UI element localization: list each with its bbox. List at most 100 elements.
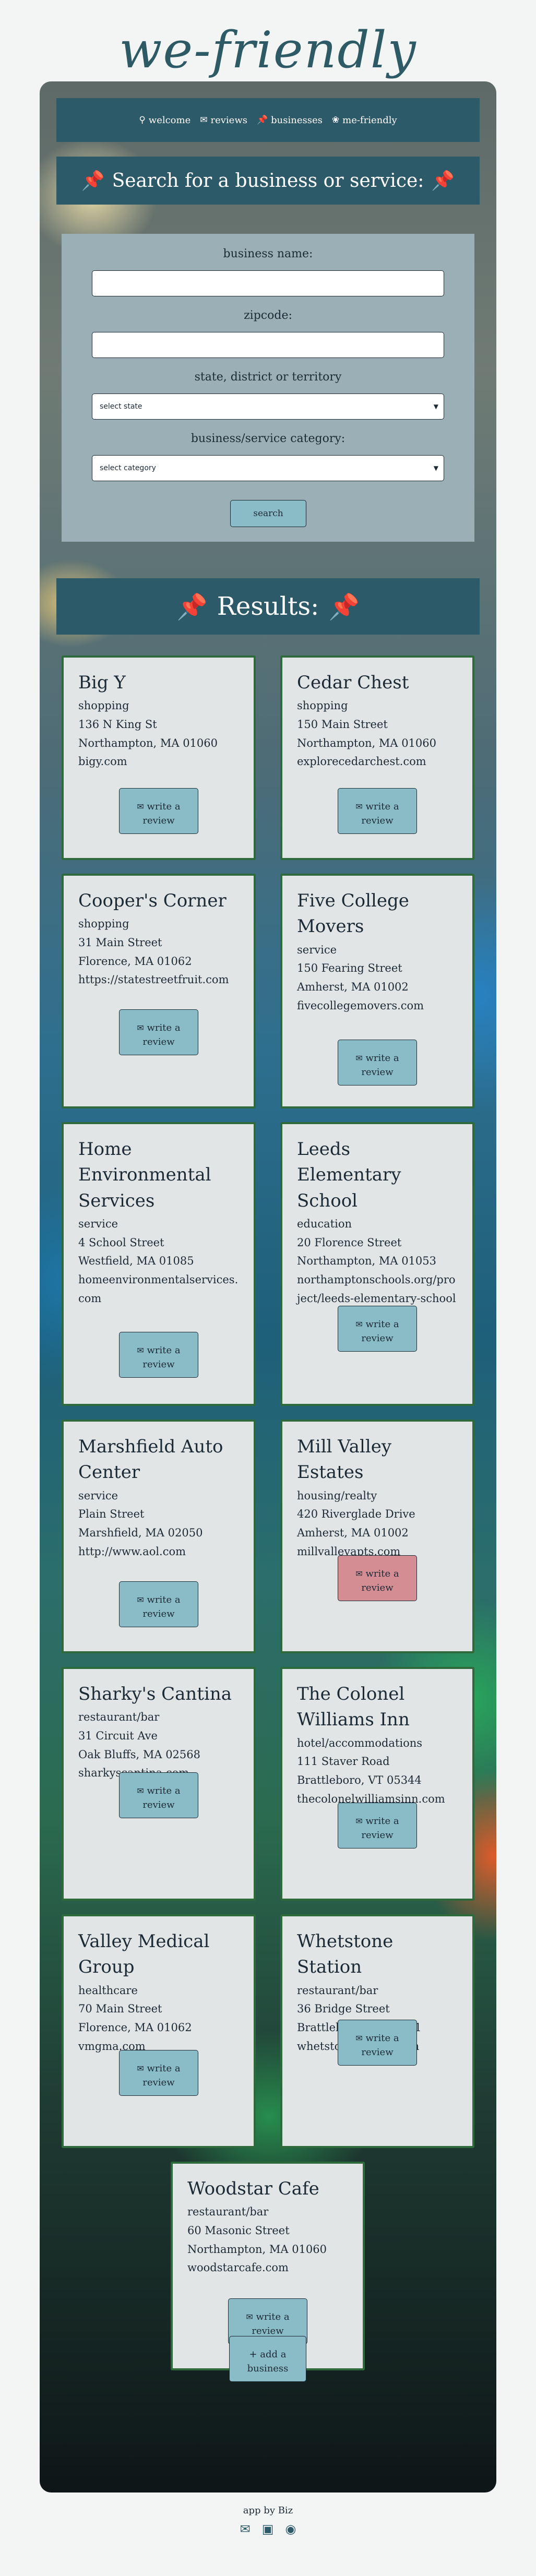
envelope-icon[interactable]: ✉ [240, 2522, 251, 2536]
business-card: Sharky's Cantina restaurant/bar 31 Circu… [62, 1667, 256, 1901]
business-url[interactable]: northamptonschools.org/project/leeds-ele… [297, 1271, 458, 1308]
write-review-label-1: write a [256, 2311, 290, 2322]
write-review-button[interactable]: ✉ write a review [119, 788, 198, 834]
write-review-button[interactable]: ✉ write a review [119, 1009, 198, 1055]
business-category: service [78, 1489, 118, 1502]
business-street: Plain Street [78, 1508, 145, 1521]
write-review-label-1: write a [147, 1594, 181, 1605]
business-url[interactable]: bigy.com [78, 753, 239, 771]
business-city: Florence, MA 01062 [78, 2021, 192, 2034]
chat-icon: ✉ [200, 115, 208, 125]
business-name: Mill Valley Estates [297, 1436, 392, 1483]
lightbulb-icon: ⚲ [139, 115, 146, 125]
nav-me-friendly[interactable]: ❀ me-friendly [332, 115, 397, 126]
business-url[interactable]: homeenvironmentalservices.com [78, 1271, 239, 1308]
write-review-button[interactable]: ✉ write a review [338, 1306, 417, 1352]
business-name: The Colonel Williams Inn [297, 1684, 410, 1731]
business-card: Marshfield Auto Center service Plain Str… [62, 1420, 256, 1653]
nav-welcome[interactable]: ⚲ welcome [139, 115, 190, 126]
business-city: Northampton, MA 01053 [297, 1255, 437, 1268]
business-card: Cedar Chest shopping 150 Main Street Nor… [280, 655, 474, 860]
write-review-label-2: review [361, 1830, 394, 1841]
business-name: Cedar Chest [297, 672, 409, 693]
category-label: business/service category: [190, 432, 346, 445]
business-url[interactable]: https://statestreetfruit.com [78, 971, 239, 989]
nav-welcome-label: welcome [148, 114, 191, 126]
write-review-label-2: review [142, 1359, 175, 1370]
write-review-button[interactable]: ✉ write a review [119, 2050, 198, 2096]
business-category: housing/realty [297, 1489, 377, 1502]
write-review-button[interactable]: ✉ write a review [119, 1581, 198, 1627]
write-review-label-1: write a [147, 1785, 181, 1796]
search-button[interactable]: search [230, 500, 306, 527]
review-icon: ✉ [355, 802, 363, 812]
add-business-button[interactable]: + add a business [229, 2336, 306, 2382]
write-review-button[interactable]: ✉ write a review [338, 1555, 417, 1601]
business-category: restaurant/bar [187, 2205, 269, 2219]
write-review-label-1: write a [365, 1568, 399, 1579]
review-icon: ✉ [137, 2064, 144, 2073]
zipcode-input[interactable] [92, 332, 444, 358]
business-name: Sharky's Cantina [78, 1684, 232, 1704]
business-url[interactable]: explorecedarchest.com [297, 753, 458, 771]
nav-me-friendly-label: me-friendly [342, 114, 397, 126]
business-city: Northampton, MA 01060 [297, 736, 437, 749]
business-name: Marshfield Auto Center [78, 1436, 223, 1483]
business-street: 420 Riverglade Drive [297, 1508, 415, 1521]
business-category: shopping [297, 699, 348, 712]
write-review-label-1: write a [365, 1816, 399, 1827]
pushpin-icon: 📌 [81, 170, 105, 192]
nav-businesses[interactable]: 📌 businesses [257, 115, 323, 126]
review-icon: ✉ [137, 1595, 144, 1605]
business-name: Home Environmental Services [78, 1139, 211, 1211]
business-name-label: business name: [223, 247, 313, 260]
search-title: Search for a business or service: [112, 170, 424, 192]
review-icon: ✉ [137, 1345, 144, 1355]
business-card: Whetstone Station restaurant/bar 36 Brid… [280, 1914, 474, 2148]
linkedin-icon[interactable]: ▣ [262, 2522, 274, 2536]
write-review-button[interactable]: ✉ write a review [338, 2020, 417, 2066]
review-icon: ✉ [246, 2312, 253, 2322]
write-review-button[interactable]: ✉ write a review [338, 788, 417, 834]
business-street: 136 N King St [78, 718, 157, 731]
business-url[interactable]: fivecollegemovers.com [297, 997, 458, 1016]
state-select-value: select state [100, 402, 142, 411]
category-select[interactable]: select category ▼ [92, 455, 444, 481]
business-name-input[interactable] [92, 270, 444, 296]
write-review-button[interactable]: ✉ write a review [119, 1332, 198, 1378]
business-name: Leeds Elementary School [297, 1139, 401, 1211]
write-review-label-2: review [142, 815, 175, 826]
review-icon: ✉ [137, 802, 144, 812]
top-nav: ⚲ welcome ✉ reviews 📌 businesses ❀ me-fr… [56, 98, 480, 142]
write-review-label-2: review [142, 1036, 175, 1047]
write-review-button[interactable]: ✉ write a review [119, 1772, 198, 1818]
state-label: state, district or territory [194, 371, 342, 384]
nav-reviews-label: reviews [210, 114, 247, 126]
business-url[interactable]: woodstarcafe.com [187, 2259, 348, 2277]
business-city: Oak Bluffs, MA 02568 [78, 1748, 201, 1761]
write-review-button[interactable]: ✉ write a review [338, 1040, 417, 1086]
write-review-button[interactable]: ✉ write a review [338, 1803, 417, 1848]
business-card: Mill Valley Estates housing/realty 420 R… [280, 1420, 474, 1653]
footer-credit: app by Biz [243, 2505, 293, 2516]
business-street: 31 Circuit Ave [78, 1729, 158, 1742]
review-icon: ✉ [137, 1786, 144, 1796]
business-street: 31 Main Street [78, 936, 162, 949]
pushpin-icon: 📌 [176, 592, 208, 622]
nav-reviews[interactable]: ✉ reviews [200, 115, 247, 126]
business-category: shopping [78, 699, 129, 712]
github-icon[interactable]: ◉ [285, 2522, 296, 2536]
state-select[interactable]: select state ▼ [92, 393, 444, 420]
business-city: Amherst, MA 01002 [297, 980, 409, 993]
business-category: service [297, 943, 337, 956]
add-business-label-1: add a [260, 2349, 287, 2360]
business-city: Northampton, MA 01060 [187, 2243, 327, 2256]
business-url[interactable]: http://www.aol.com [78, 1543, 239, 1561]
write-review-label-1: write a [365, 2033, 399, 2044]
business-name: Valley Medical Group [78, 1931, 210, 1978]
chevron-down-icon: ▼ [433, 403, 438, 410]
business-category: restaurant/bar [297, 1984, 378, 1997]
business-name: Big Y [78, 672, 126, 693]
plus-icon: + [249, 2349, 257, 2360]
app-logo[interactable]: we-friendly [0, 21, 536, 89]
